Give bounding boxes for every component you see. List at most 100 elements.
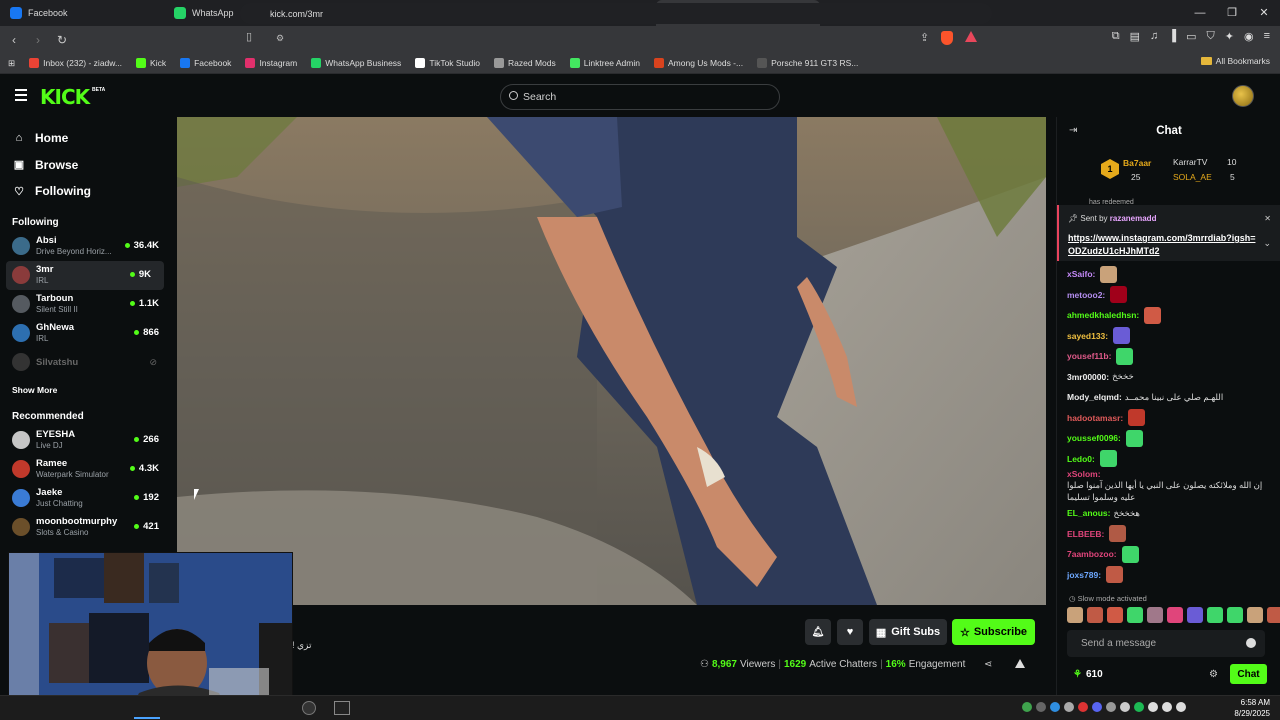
chat-username[interactable]: EL_anous: (1067, 508, 1110, 518)
chat-username[interactable]: joxs789: (1067, 570, 1101, 580)
search-input[interactable]: Search (500, 84, 780, 110)
sidebar-channel-offline[interactable]: Silvatshu ⊘ (0, 348, 172, 377)
minimize-button[interactable]: — (1184, 0, 1216, 26)
emote-icon[interactable] (1087, 607, 1103, 623)
brave-rewards-icon[interactable] (965, 31, 978, 42)
sidebar-channel-moonbootmurphy[interactable]: moonbootmurphy Slots & Casino 421 (0, 513, 172, 542)
gift-subs-button[interactable]: ▦ Gift Subs (869, 619, 947, 645)
share-page-icon[interactable]: ⇪ (920, 31, 929, 45)
unpin-icon[interactable]: ✕ (1264, 214, 1271, 223)
share-icon[interactable]: ⋖ (984, 659, 992, 670)
notify-bell-button[interactable]: 🔔︎ (805, 619, 831, 645)
extensions-icon[interactable]: ⧉ (1112, 30, 1120, 43)
emote-icon[interactable] (1247, 607, 1263, 623)
bookmark-item[interactable]: Instagram (238, 58, 304, 68)
reading-list-icon[interactable]: ▭ (1186, 30, 1196, 43)
close-window-button[interactable]: ✕ (1248, 0, 1280, 26)
obs-icon[interactable] (302, 701, 316, 715)
subscribe-button[interactable]: ☆ Subscribe (952, 619, 1035, 645)
bookmark-item[interactable]: TikTok Studio (408, 58, 487, 68)
battery-icon[interactable] (1176, 702, 1186, 712)
all-bookmarks[interactable]: All Bookmarks (1200, 56, 1270, 66)
tray-icon[interactable] (1078, 702, 1088, 712)
apps-grid-icon[interactable]: ⊞ (0, 58, 22, 69)
emote-icon[interactable] (1067, 607, 1083, 623)
chat-settings-icon[interactable]: ⚙ (1209, 669, 1218, 680)
pinned-link[interactable]: https://www.instagram.com/3mrrdiab?igsh=… (1068, 232, 1258, 258)
sidebar-channel-3mr[interactable]: 3mr IRL 9K (6, 260, 164, 290)
sidebar-channel-ghnewa[interactable]: GhNewa IRL 866 (0, 319, 172, 348)
restore-button[interactable]: ❐ (1216, 0, 1248, 26)
emoji-icon[interactable] (1246, 638, 1256, 648)
bookmark-item[interactable]: Linktree Admin (563, 58, 647, 68)
chat-username[interactable]: Ledo0: (1067, 454, 1095, 464)
bookmark-item[interactable]: Among Us Mods -... (647, 58, 750, 68)
bookmark-item[interactable]: Facebook (173, 58, 238, 68)
pinned-sender[interactable]: razanemadd (1110, 214, 1157, 223)
media-icon[interactable]: ♫ (1150, 30, 1158, 43)
system-clock[interactable]: 6:58 AM 8/29/2025 (1234, 697, 1270, 719)
bookmark-item[interactable]: Inbox (232) - ziadw... (22, 58, 129, 68)
follow-heart-button[interactable]: ♥ (837, 619, 863, 645)
tray-icon[interactable] (1106, 702, 1116, 712)
chat-username[interactable]: 3mr00000: (1067, 372, 1109, 382)
show-more-link[interactable]: Show More (0, 385, 172, 395)
sidebar-channel-eyesha[interactable]: EYESHA Live DJ 266 (0, 426, 172, 455)
brave-shields-icon[interactable] (941, 31, 954, 45)
chat-username[interactable]: Mody_elqmd: (1067, 392, 1122, 402)
emote-icon[interactable] (1267, 607, 1280, 623)
emote-icon[interactable] (1147, 607, 1163, 623)
tray-icon[interactable] (1036, 702, 1046, 712)
sidebar-icon[interactable]: ▐ (1168, 30, 1176, 43)
report-icon[interactable] (1015, 659, 1025, 668)
bookmark-page-icon[interactable]: ▯ (246, 30, 252, 43)
terminal-icon[interactable] (334, 701, 350, 715)
leo-icon[interactable]: ✦ (1225, 30, 1234, 43)
leader-second-name[interactable]: KarrarTV (1173, 157, 1207, 167)
bookmark-item[interactable]: WhatsApp Business (304, 58, 408, 68)
chat-username[interactable]: yousef11b: (1067, 351, 1111, 361)
emote-icon[interactable] (1187, 607, 1203, 623)
send-chat-button[interactable]: Chat (1230, 664, 1267, 684)
chat-username[interactable]: ELBEEB: (1067, 529, 1104, 539)
tray-icon[interactable] (1050, 702, 1060, 712)
tray-icon[interactable] (1022, 702, 1032, 712)
sidebar-channel-absi[interactable]: Absi Drive Beyond Horiz... 36.4K (0, 232, 172, 261)
browser-tab[interactable]: Facebook (0, 0, 164, 26)
reload-icon[interactable]: ↻ (52, 33, 72, 47)
forward-icon[interactable]: › (28, 33, 48, 47)
chevron-down-icon[interactable]: ⌄ (1263, 238, 1271, 249)
url-field[interactable]: kick.com/3mr (240, 3, 992, 24)
chat-username[interactable]: 7aambozoo: (1067, 549, 1117, 559)
chat-username[interactable]: sayed133: (1067, 331, 1108, 341)
sidebar-channel-tarboun[interactable]: Tarboun Silent Still II 1.1K (0, 290, 172, 319)
bookmark-item[interactable]: Razed Mods (487, 58, 563, 68)
chat-username[interactable]: ahmedkhaledhsn: (1067, 310, 1139, 320)
hamburger-menu-icon[interactable] (15, 89, 27, 104)
site-settings-icon[interactable]: ⚙ (276, 33, 284, 44)
sidebar-channel-jaeke[interactable]: Jaeke Just Chatting 192 (0, 484, 172, 513)
leader-first-name[interactable]: Ba7aar (1123, 158, 1151, 168)
tray-icon[interactable] (1120, 702, 1130, 712)
spotify-icon[interactable] (1134, 702, 1144, 712)
sidebar-channel-ramee[interactable]: Ramee Waterpark Simulator 4.3K (0, 455, 172, 484)
emote-icon[interactable] (1207, 607, 1223, 623)
emote-icon[interactable] (1127, 607, 1143, 623)
bookmark-item[interactable]: Kick (129, 58, 173, 68)
bookmark-item[interactable]: Porsche 911 GT3 RS... (750, 58, 865, 68)
video-player[interactable] (177, 117, 1046, 605)
chat-username[interactable]: hadootamasr: (1067, 413, 1123, 423)
tray-icon[interactable] (1064, 702, 1074, 712)
sidebar-nav-browse[interactable]: ▣ Browse (0, 152, 172, 179)
emote-icon[interactable] (1107, 607, 1123, 623)
chat-username[interactable]: metooo2: (1067, 290, 1105, 300)
chat-message-input[interactable]: Send a message (1067, 630, 1265, 657)
profile-icon[interactable]: ◉ (1244, 30, 1254, 43)
channel-points[interactable]: ⚘ 610 (1073, 669, 1103, 680)
emote-icon[interactable] (1167, 607, 1183, 623)
vpn-icon[interactable]: ⛉ (1207, 30, 1215, 43)
menu-icon[interactable]: ≡ (1264, 30, 1270, 43)
chat-username[interactable]: xSolom: (1067, 469, 1101, 479)
network-icon[interactable] (1162, 702, 1172, 712)
sidebar-nav-home[interactable]: ⌂ Home (0, 125, 172, 152)
